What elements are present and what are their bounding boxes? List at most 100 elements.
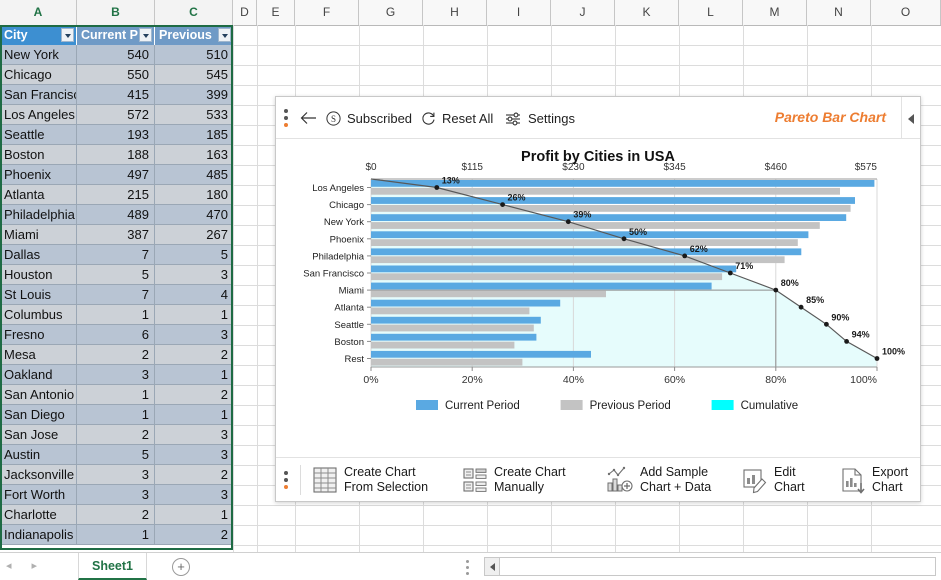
subscribed-button[interactable]: S Subscribed [326, 97, 412, 139]
column-header-j[interactable]: J [551, 0, 615, 25]
column-header-h[interactable]: H [423, 0, 487, 25]
action-bar-drag-handle[interactable] [284, 471, 288, 492]
table-cell-city[interactable]: Jacksonville [0, 465, 77, 485]
table-row[interactable]: Atlanta 215 180 [0, 185, 233, 205]
table-cell-city[interactable]: Fresno [0, 325, 77, 345]
table-header-previous-period[interactable]: Previous [155, 25, 233, 45]
table-cell-city[interactable]: San Antonio [0, 385, 77, 405]
prev-sheet-arrow-icon[interactable]: ◂ [6, 559, 12, 572]
column-header-n[interactable]: N [807, 0, 871, 25]
panel-drag-handle[interactable] [284, 109, 288, 130]
table-cell-previous[interactable]: 2 [155, 345, 233, 365]
back-button[interactable] [300, 97, 317, 139]
table-cell-city[interactable]: Boston [0, 145, 77, 165]
table-cell-previous[interactable]: 2 [155, 465, 233, 485]
column-header-l[interactable]: L [679, 0, 743, 25]
table-cell-previous[interactable]: 510 [155, 45, 233, 65]
table-cell-city[interactable]: New York [0, 45, 77, 65]
add-sample-chart-data-button[interactable]: Add Sample Chart + Data [606, 463, 711, 497]
table-cell-current[interactable]: 572 [77, 105, 155, 125]
table-row[interactable]: Oakland 3 1 [0, 365, 233, 385]
table-cell-previous[interactable]: 1 [155, 365, 233, 385]
table-row[interactable]: Fort Worth 3 3 [0, 485, 233, 505]
table-cell-previous[interactable]: 3 [155, 325, 233, 345]
table-row[interactable]: St Louis 7 4 [0, 285, 233, 305]
table-row[interactable]: Chicago 550 545 [0, 65, 233, 85]
table-cell-current[interactable]: 6 [77, 325, 155, 345]
table-cell-city[interactable]: Charlotte [0, 505, 77, 525]
table-cell-previous[interactable]: 5 [155, 245, 233, 265]
table-cell-city[interactable]: Phoenix [0, 165, 77, 185]
panel-collapse-button[interactable] [901, 97, 920, 139]
table-cell-current[interactable]: 1 [77, 525, 155, 545]
table-cell-current[interactable]: 1 [77, 385, 155, 405]
table-cell-city[interactable]: Chicago [0, 65, 77, 85]
table-row[interactable]: San Jose 2 3 [0, 425, 233, 445]
table-cell-current[interactable]: 3 [77, 365, 155, 385]
column-header-m[interactable]: M [743, 0, 807, 25]
table-cell-city[interactable]: Indianapolis [0, 525, 77, 545]
table-cell-current[interactable]: 3 [77, 485, 155, 505]
table-cell-current[interactable]: 5 [77, 265, 155, 285]
table-cell-city[interactable]: Austin [0, 445, 77, 465]
table-cell-previous[interactable]: 3 [155, 425, 233, 445]
table-cell-current[interactable]: 497 [77, 165, 155, 185]
column-header-c[interactable]: C [155, 0, 233, 25]
export-chart-button[interactable]: Export Chart [840, 463, 908, 497]
table-cell-previous[interactable]: 3 [155, 485, 233, 505]
status-bar-grip[interactable] [466, 560, 469, 578]
table-cell-current[interactable]: 415 [77, 85, 155, 105]
column-header-e[interactable]: E [257, 0, 295, 25]
filter-dropdown-icon-current[interactable] [139, 28, 152, 42]
table-cell-city[interactable]: San Jose [0, 425, 77, 445]
table-cell-city[interactable]: San Francisc [0, 85, 77, 105]
column-header-f[interactable]: F [295, 0, 359, 25]
table-cell-city[interactable]: St Louis [0, 285, 77, 305]
table-cell-previous[interactable]: 399 [155, 85, 233, 105]
table-cell-city[interactable]: Columbus [0, 305, 77, 325]
table-cell-previous[interactable]: 470 [155, 205, 233, 225]
table-cell-current[interactable]: 7 [77, 285, 155, 305]
column-header-g[interactable]: G [359, 0, 423, 25]
edit-chart-button[interactable]: Edit Chart [742, 463, 805, 497]
table-cell-current[interactable]: 2 [77, 425, 155, 445]
column-header-i[interactable]: I [487, 0, 551, 25]
table-cell-previous[interactable]: 533 [155, 105, 233, 125]
table-cell-city[interactable]: Los Angeles [0, 105, 77, 125]
column-header-a[interactable]: A [0, 0, 77, 25]
table-cell-previous[interactable]: 1 [155, 405, 233, 425]
table-cell-previous[interactable]: 185 [155, 125, 233, 145]
table-cell-current[interactable]: 5 [77, 445, 155, 465]
table-cell-previous[interactable]: 1 [155, 505, 233, 525]
table-cell-current[interactable]: 193 [77, 125, 155, 145]
table-row[interactable]: Mesa 2 2 [0, 345, 233, 365]
sheet-nav-arrows[interactable]: ◂ ▸ [6, 559, 37, 572]
table-cell-current[interactable]: 3 [77, 465, 155, 485]
table-cell-previous[interactable]: 2 [155, 525, 233, 545]
table-cell-current[interactable]: 1 [77, 405, 155, 425]
table-cell-city[interactable]: Philadelphia [0, 205, 77, 225]
table-cell-current[interactable]: 188 [77, 145, 155, 165]
table-cell-previous[interactable]: 180 [155, 185, 233, 205]
table-cell-current[interactable]: 550 [77, 65, 155, 85]
table-cell-current[interactable]: 2 [77, 345, 155, 365]
add-sheet-button[interactable]: + [172, 558, 190, 576]
table-cell-city[interactable]: Atlanta [0, 185, 77, 205]
table-cell-previous[interactable]: 3 [155, 445, 233, 465]
scroll-left-button[interactable] [485, 558, 500, 575]
table-row[interactable]: Philadelphia 489 470 [0, 205, 233, 225]
table-cell-city[interactable]: Houston [0, 265, 77, 285]
table-cell-city[interactable]: Seattle [0, 125, 77, 145]
table-row[interactable]: Dallas 7 5 [0, 245, 233, 265]
table-cell-previous[interactable]: 1 [155, 305, 233, 325]
table-cell-current[interactable]: 387 [77, 225, 155, 245]
table-cell-city[interactable]: Fort Worth [0, 485, 77, 505]
column-header-b[interactable]: B [77, 0, 155, 25]
chart-addin-panel[interactable]: S Subscribed Reset All Settings Pareto B… [275, 96, 921, 502]
filter-dropdown-icon-previous[interactable] [218, 28, 231, 42]
table-cell-city[interactable]: Mesa [0, 345, 77, 365]
table-cell-current[interactable]: 2 [77, 505, 155, 525]
table-row[interactable]: Jacksonville 3 2 [0, 465, 233, 485]
data-table[interactable]: City Current P Previous New York 540 510 Ch… [0, 25, 233, 545]
table-row[interactable]: Austin 5 3 [0, 445, 233, 465]
